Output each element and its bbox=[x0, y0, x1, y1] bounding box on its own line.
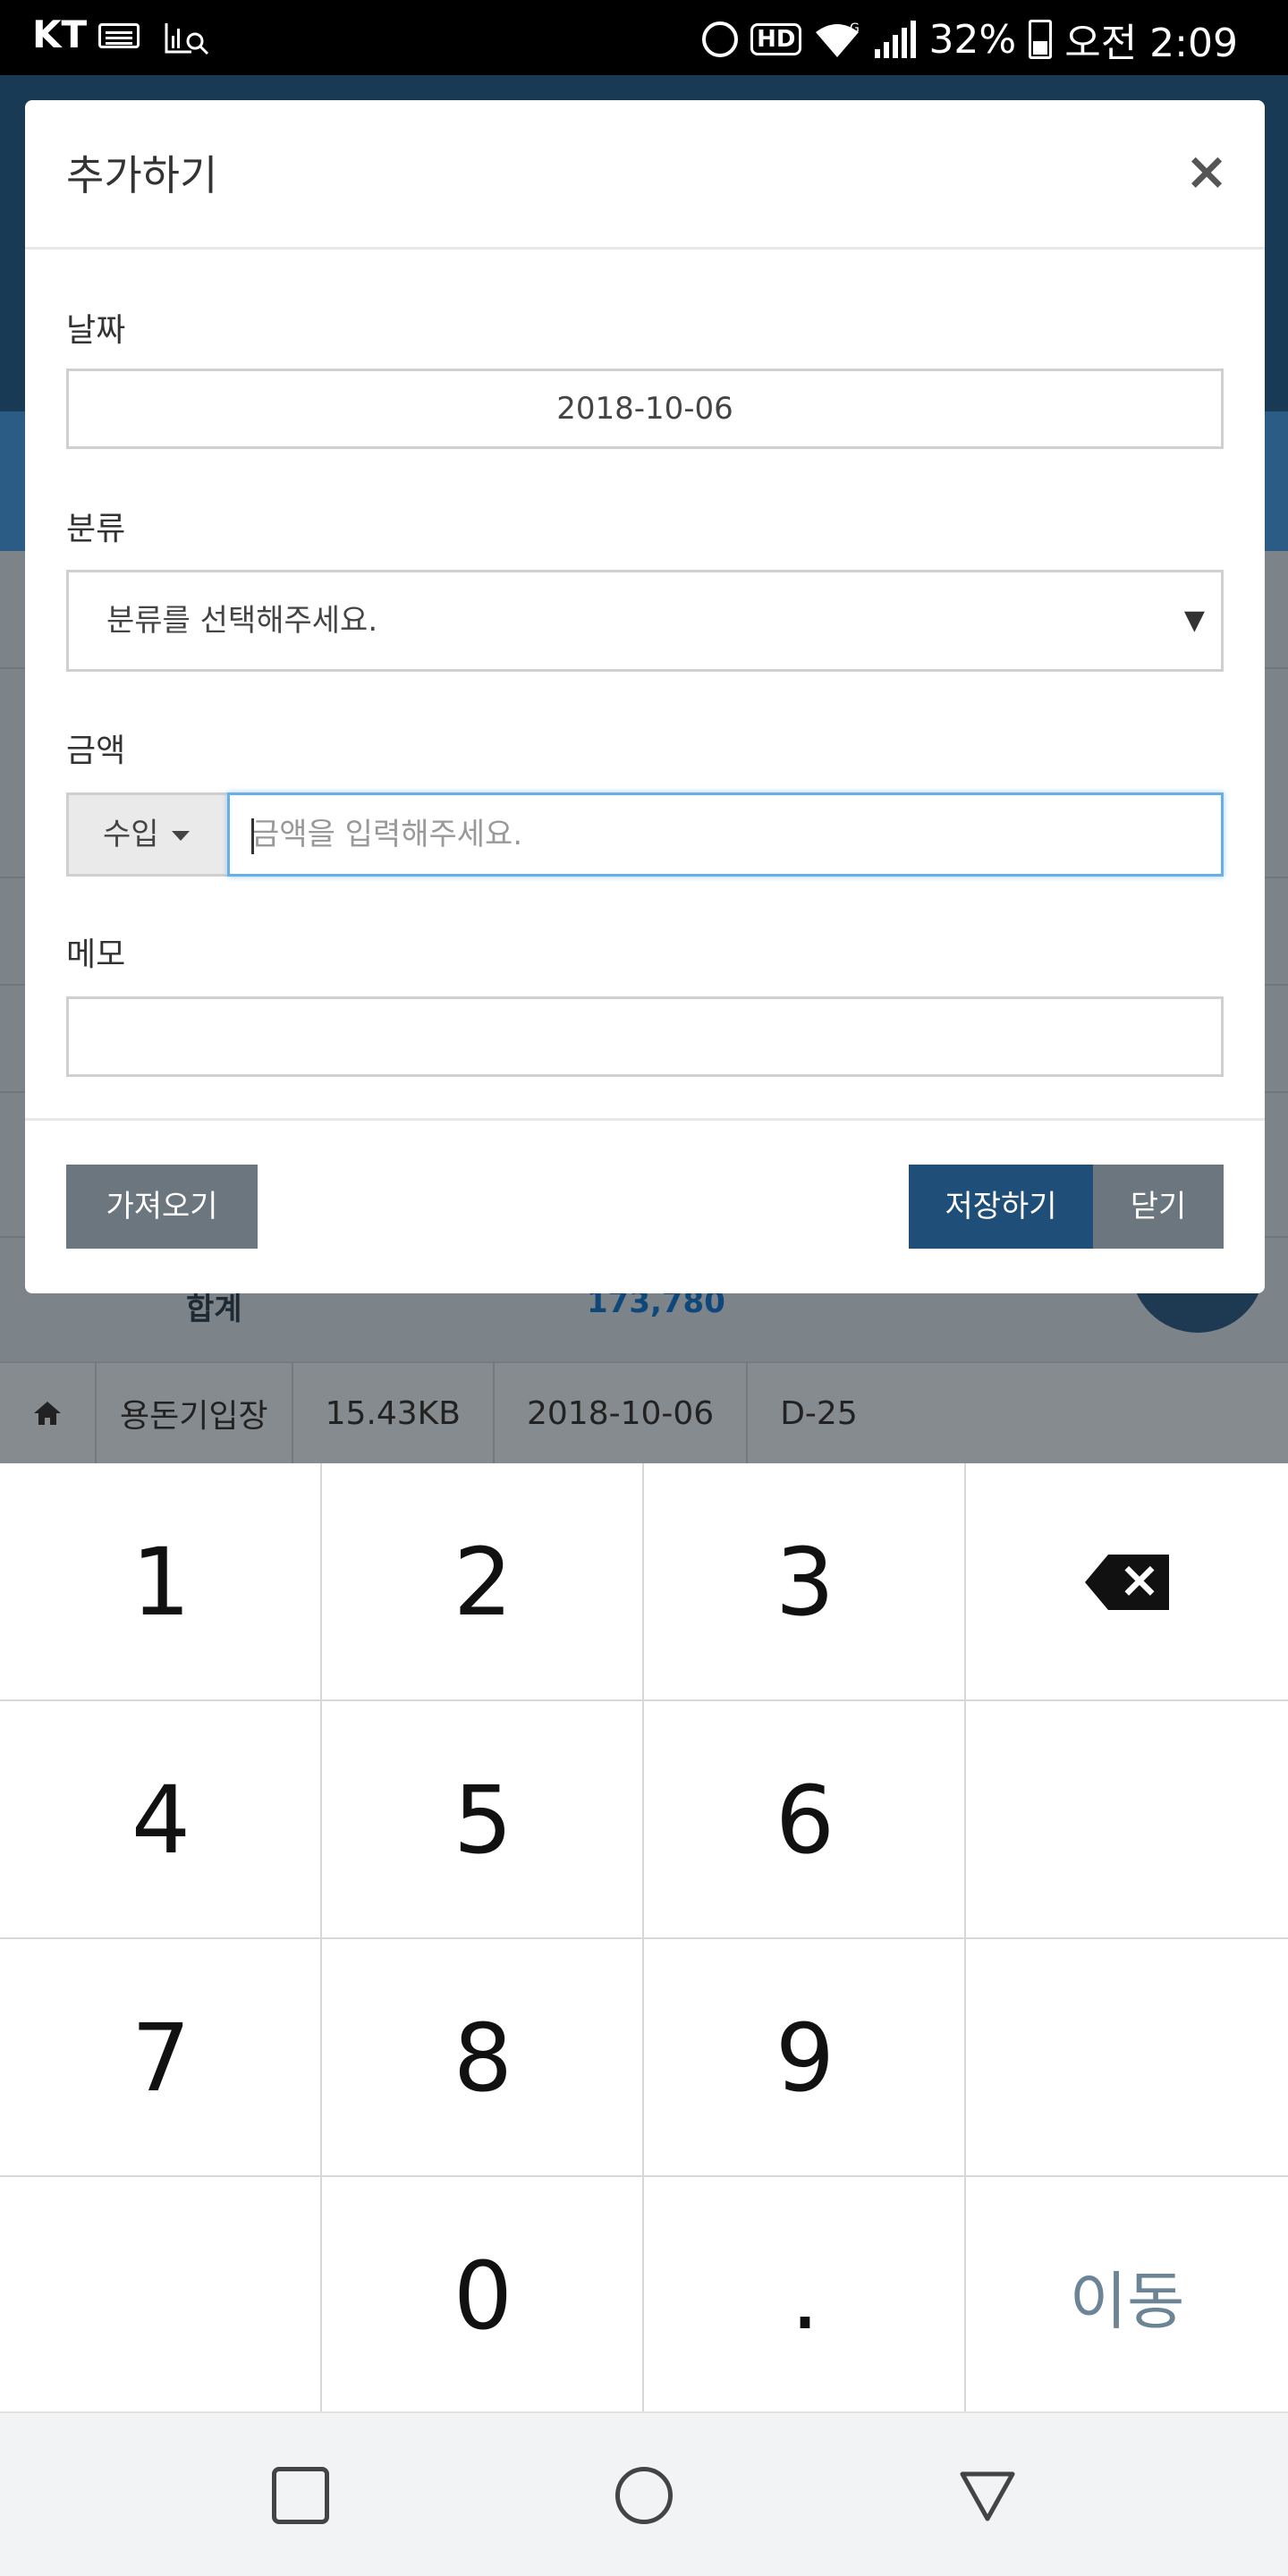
caret-down-icon bbox=[171, 831, 190, 841]
key-7[interactable]: 7 bbox=[0, 1939, 322, 2177]
file-date: 2018-10-06 bbox=[495, 1362, 749, 1464]
file-info-bar: 용돈기입장 15.43KB 2018-10-06 D-25 bbox=[0, 1361, 1288, 1464]
amount-placeholder: 금액을 입력해주세요. bbox=[251, 817, 523, 852]
screen-search-icon bbox=[165, 23, 209, 55]
svg-text:G: G bbox=[850, 21, 860, 36]
status-bar: KT HD G 32% 오전 2:09 bbox=[0, 0, 1288, 75]
modal-footer-divider bbox=[25, 1118, 1265, 1121]
category-placeholder: 분류를 선택해주세요. bbox=[106, 603, 378, 639]
key-3[interactable]: 3 bbox=[644, 1463, 966, 1701]
backspace-icon: × bbox=[1085, 1553, 1169, 1610]
recents-icon[interactable] bbox=[272, 2467, 329, 2524]
battery-icon bbox=[1029, 20, 1053, 59]
key-empty bbox=[0, 2177, 322, 2415]
close-button[interactable]: 닫기 bbox=[1093, 1165, 1224, 1249]
modal-header-divider bbox=[25, 247, 1265, 250]
amount-input[interactable]: 금액을 입력해주세요. bbox=[227, 792, 1224, 877]
key-backspace[interactable]: × bbox=[966, 1463, 1288, 1701]
carrier-label: KT bbox=[32, 13, 88, 56]
memo-input[interactable] bbox=[66, 996, 1224, 1077]
category-label: 분류 bbox=[66, 511, 126, 547]
clock: 오전 2:09 bbox=[1064, 21, 1238, 66]
wifi-icon: G bbox=[816, 21, 860, 57]
signal-icon bbox=[875, 21, 917, 58]
amount-input-group: 수입 금액을 입력해주세요. bbox=[66, 792, 1224, 877]
add-entry-modal: 추가하기 × 날짜 2018-10-06 분류 분류를 선택해주세요. ▼ 금액… bbox=[25, 100, 1265, 1293]
key-5[interactable]: 5 bbox=[322, 1701, 644, 1939]
memo-label: 메모 bbox=[66, 936, 126, 973]
key-1[interactable]: 1 bbox=[0, 1463, 322, 1701]
key-empty bbox=[966, 1939, 1288, 2177]
amount-type-dropdown[interactable]: 수입 bbox=[66, 792, 227, 877]
hd-icon: HD bbox=[750, 23, 802, 55]
save-button[interactable]: 저장하기 bbox=[909, 1165, 1093, 1249]
date-field[interactable]: 2018-10-06 bbox=[66, 369, 1224, 449]
key-8[interactable]: 8 bbox=[322, 1939, 644, 2177]
battery-percent: 32% bbox=[928, 16, 1017, 63]
d-day: D-25 bbox=[780, 1394, 858, 1432]
numeric-keypad: 1 2 3 × 4 5 6 7 8 9 0 . 이동 bbox=[0, 1463, 1288, 2411]
key-2[interactable]: 2 bbox=[322, 1463, 644, 1701]
back-icon[interactable] bbox=[959, 2467, 1016, 2524]
key-9[interactable]: 9 bbox=[644, 1939, 966, 2177]
key-go[interactable]: 이동 bbox=[966, 2177, 1288, 2415]
key-0[interactable]: 0 bbox=[322, 2177, 644, 2415]
dropdown-arrow-icon: ▼ bbox=[1183, 605, 1205, 636]
key-dot[interactable]: . bbox=[644, 2177, 966, 2415]
file-size: 15.43KB bbox=[293, 1362, 495, 1464]
keyboard-icon bbox=[98, 23, 140, 48]
home-icon[interactable] bbox=[615, 2467, 673, 2524]
close-icon[interactable]: × bbox=[1184, 145, 1229, 197]
home-icon[interactable] bbox=[0, 1362, 97, 1464]
alarm-icon bbox=[702, 21, 739, 57]
text-cursor bbox=[251, 818, 254, 854]
key-4[interactable]: 4 bbox=[0, 1701, 322, 1939]
amount-label: 금액 bbox=[66, 733, 126, 769]
date-label: 날짜 bbox=[66, 312, 126, 349]
modal-title: 추가하기 bbox=[66, 151, 218, 199]
key-empty bbox=[966, 1701, 1288, 1939]
system-nav-bar bbox=[0, 2411, 1288, 2576]
load-button[interactable]: 가져오기 bbox=[66, 1165, 258, 1249]
amount-type-label: 수입 bbox=[103, 817, 159, 852]
key-6[interactable]: 6 bbox=[644, 1701, 966, 1939]
category-select[interactable]: 분류를 선택해주세요. ▼ bbox=[66, 570, 1224, 672]
file-title: 용돈기입장 bbox=[97, 1362, 293, 1464]
